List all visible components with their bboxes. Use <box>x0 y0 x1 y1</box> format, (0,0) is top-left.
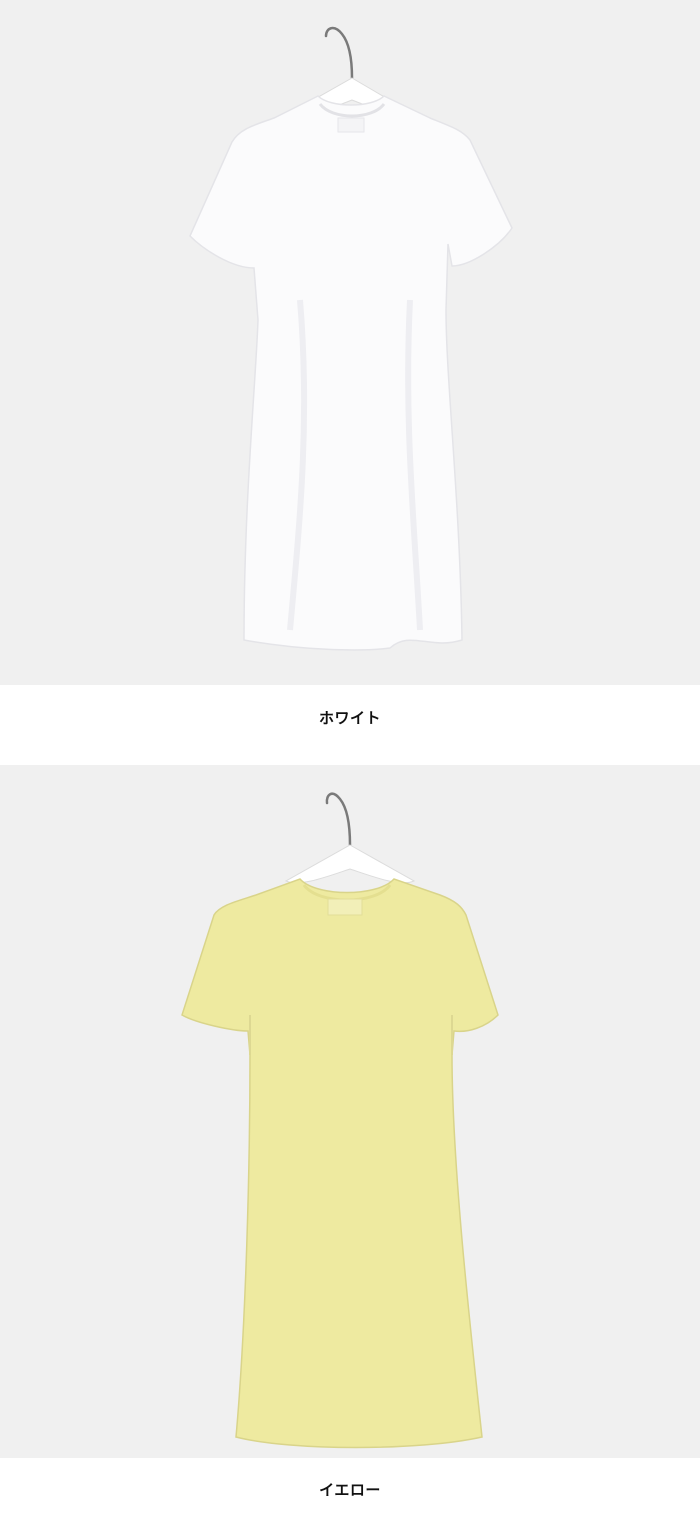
product-photo-yellow <box>0 765 700 1458</box>
color-label-white: ホワイト <box>318 709 381 727</box>
yellow-dress-image <box>0 765 700 1458</box>
color-label-yellow: イエロー <box>319 1481 381 1499</box>
product-photo-white <box>0 0 700 685</box>
white-dress-image <box>0 0 700 685</box>
product-color-variants: ホワイト イエロー <box>0 0 700 1535</box>
